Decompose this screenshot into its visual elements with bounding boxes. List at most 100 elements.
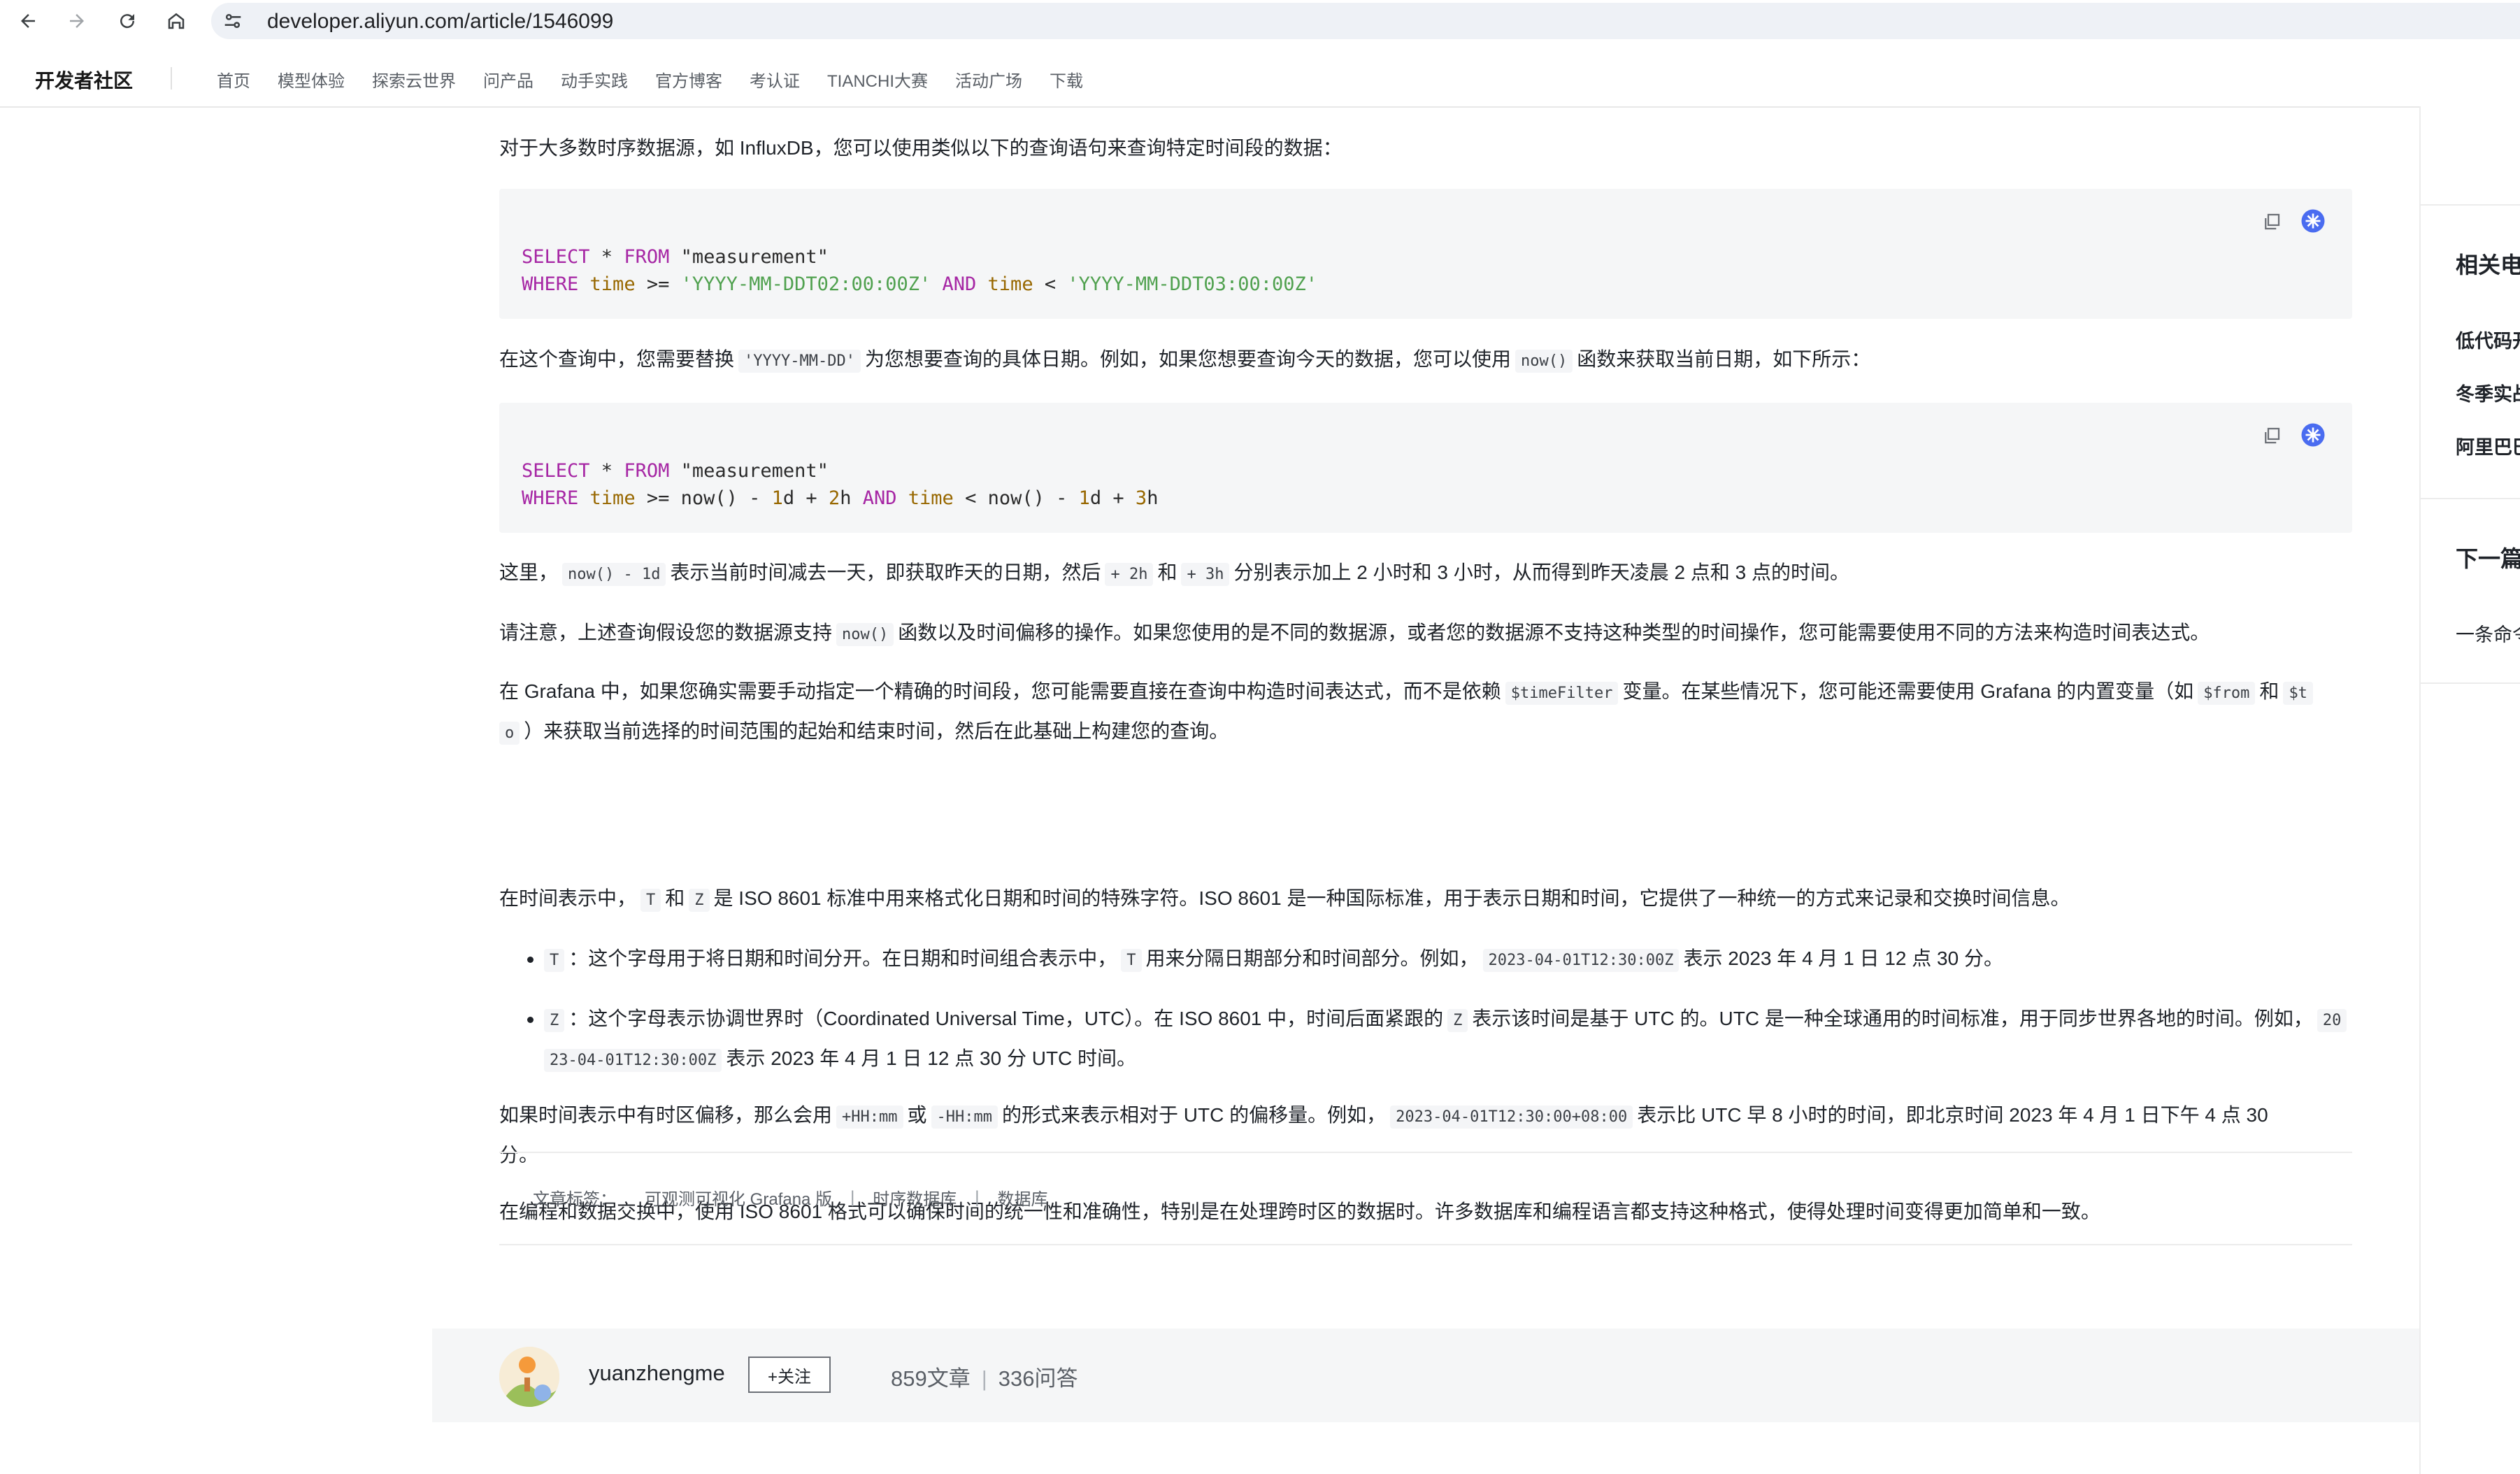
sidebar-divider [2421,498,2520,499]
article-tags: 文章标签： 可观测可视化 Grafana 版 | 时序数据库 | 数据库 [499,1152,2352,1245]
related-item[interactable]: 阿里巴巴 [2456,432,2520,459]
back-button[interactable] [11,4,45,38]
code-field: time [908,487,954,509]
sidebar-divider [2421,204,2520,206]
nav-item-explore-cloud[interactable]: 探索云世界 [372,67,456,92]
inline-code: o [499,722,520,745]
tag-link[interactable]: 数据库 [998,1185,1048,1210]
code-string: 'YYYY-MM-DDT03:00:00Z' [1067,273,1317,295]
tag-link[interactable]: 时序数据库 [873,1185,957,1210]
inline-code: now() - 1d [562,563,666,586]
main-nav: 首页 模型体验 探索云世界 问产品 动手实践 官方博客 考认证 TIANCHI大… [217,67,1083,92]
brand-logo-text[interactable]: 开发者社区 [35,66,133,94]
inline-code: 2023-04-01T12:30:00+08:00 [1390,1106,1633,1129]
stats-separator: | [981,1366,987,1391]
nav-item-activities[interactable]: 活动广场 [955,67,1022,92]
forward-button[interactable] [60,4,94,38]
code-field: time [589,487,636,509]
code-keyword: WHERE [522,273,579,295]
text-span: 为您想要查询的具体日期。例如，如果您想要查询今天的数据，您可以使用 [864,348,1511,370]
text-span: 用来分隔日期部分和时间部分。例如， [1145,947,1479,969]
sidebar-divider [2421,682,2520,684]
code-string: 'YYYY-MM-DDT02:00:00Z' [680,273,931,295]
inline-code: T [1121,949,1142,972]
text-span: 和 [665,887,685,909]
text-span: 和 [2259,680,2279,702]
text-span: 表示当前时间减去一天，即获取昨天的日期，然后 [670,561,1101,583]
tag-separator: | [975,1187,980,1207]
nav-item-hands-on[interactable]: 动手实践 [561,67,628,92]
tags-label: 文章标签： [533,1190,617,1209]
author-card: yuanzhengme +关注 859文章 | 336问答 [432,1329,2419,1422]
code-keyword: FROM [624,460,670,482]
text-span: 请注意，上述查询假设您的数据源支持 [499,622,833,643]
author-name[interactable]: yuanzhengme [589,1361,725,1386]
nav-item-tianchi[interactable]: TIANCHI大赛 [827,67,928,92]
address-bar[interactable]: developer.aliyun.com/article/1546099 [211,3,2520,39]
code-token: < now() - [953,487,1079,509]
next-article-title: 下一篇 [2456,546,2520,571]
code-token: * [589,460,624,482]
brand-divider [171,67,172,90]
avatar[interactable] [499,1347,559,1407]
code-number: 1 [771,487,783,509]
nav-item-model-experience[interactable]: 模型体验 [278,67,345,92]
nav-item-ask-product[interactable]: 问产品 [483,67,534,92]
nav-item-certification[interactable]: 考认证 [750,67,800,92]
article-count[interactable]: 859文章 [891,1366,971,1391]
text-span: 分别表示加上 2 小时和 3 小时，从而得到昨天凌晨 2 点和 3 点的时间。 [1233,561,1849,583]
paragraph: 对于大多数时序数据源，如 InfluxDB，您可以使用类似以下的查询语句来查询特… [499,137,1343,159]
inline-code: 2023-04-01T12:30:00Z [1482,949,1680,972]
code-token: < [1033,273,1068,295]
ai-assistant-icon[interactable] [2300,208,2326,234]
code-keyword: FROM [624,246,670,268]
code-number: 1 [1078,487,1090,509]
copy-icon[interactable] [2261,211,2282,232]
avatar-image-icon [499,1347,559,1407]
follow-button[interactable]: +关注 [748,1357,831,1393]
inline-code: Z [1447,1009,1468,1032]
code-token: d + [782,487,829,509]
paragraph: 这里， now() - 1d 表示当前时间减去一天，即获取昨天的日期，然后 + 2h 和… [499,554,1849,594]
related-item[interactable]: 低代码开 [2456,326,2520,353]
code-token: * [589,246,624,268]
code-token: >= [635,273,681,295]
inline-code: + 2h [1105,563,1154,586]
inline-code: $timeFilter [1505,682,1619,705]
text-span: 函数以及时间偏移的操作。如果您使用的是不同的数据源，或者您的数据源不支持这种类型… [898,622,2210,643]
inline-code: Z [689,889,710,912]
nav-item-official-blog[interactable]: 官方博客 [655,67,722,92]
site-info-icon[interactable] [221,9,245,33]
reload-button[interactable] [110,4,144,38]
text-span: 在这个查询中，您需要替换 [499,348,735,370]
copy-icon[interactable] [2261,425,2282,446]
text-span: 和 [1157,561,1177,583]
next-article-link[interactable]: 一条命令 [2456,620,2520,647]
inline-code: T [544,949,565,972]
text-span: 在 Grafana 中，如果您确实需要手动指定一个精确的时间段，您可能需要直接在… [499,680,1501,702]
tag-link[interactable]: 可观测可视化 Grafana 版 [645,1185,832,1210]
text-span: 表示 2023 年 4 月 1 日 12 点 30 分。 [1683,947,2003,969]
code-text: SELECT * FROM "measurement" WHERE time >… [522,457,1158,512]
text-span: ）来获取当前选择的时间范围的起始和结束时间，然后在此基础上构建您的查询。 [524,720,1229,742]
nav-item-download[interactable]: 下载 [1050,67,1083,92]
inline-code: Z [544,1009,565,1032]
inline-code: now() [836,623,894,646]
text-span: 如果时间表示中有时区偏移，那么会用 [499,1104,833,1126]
code-keyword: SELECT [522,246,590,268]
text-span: 或 [907,1104,927,1126]
text-span: 表示该时间是基于 UTC 的。UTC 是一种全球通用的时间标准，用于同步世界各地… [1472,1008,2313,1029]
text-span: 是 ISO 8601 标准中用来格式化日期和时间的特殊字符。ISO 8601 是… [713,887,2070,909]
related-section-title: 相关电 [2456,252,2520,278]
inline-code: +HH:mm [836,1106,903,1129]
nav-item-home[interactable]: 首页 [217,67,250,92]
related-item[interactable]: 冬季实战 [2456,379,2520,406]
code-keyword: AND [862,487,897,509]
site-header: 开发者社区 首页 模型体验 探索云世界 问产品 动手实践 官方博客 考认证 TI… [0,50,2520,108]
answer-count[interactable]: 336问答 [998,1366,1078,1391]
ai-assistant-icon[interactable] [2300,422,2326,448]
home-button[interactable] [159,4,193,38]
text-span: 表示比 UTC 早 8 小时的时间，即北京时间 2023 年 4 月 1 日下午… [1637,1104,2268,1126]
code-block: SELECT * FROM "measurement" WHERE time >… [499,189,2352,319]
url-text[interactable]: developer.aliyun.com/article/1546099 [267,10,613,34]
